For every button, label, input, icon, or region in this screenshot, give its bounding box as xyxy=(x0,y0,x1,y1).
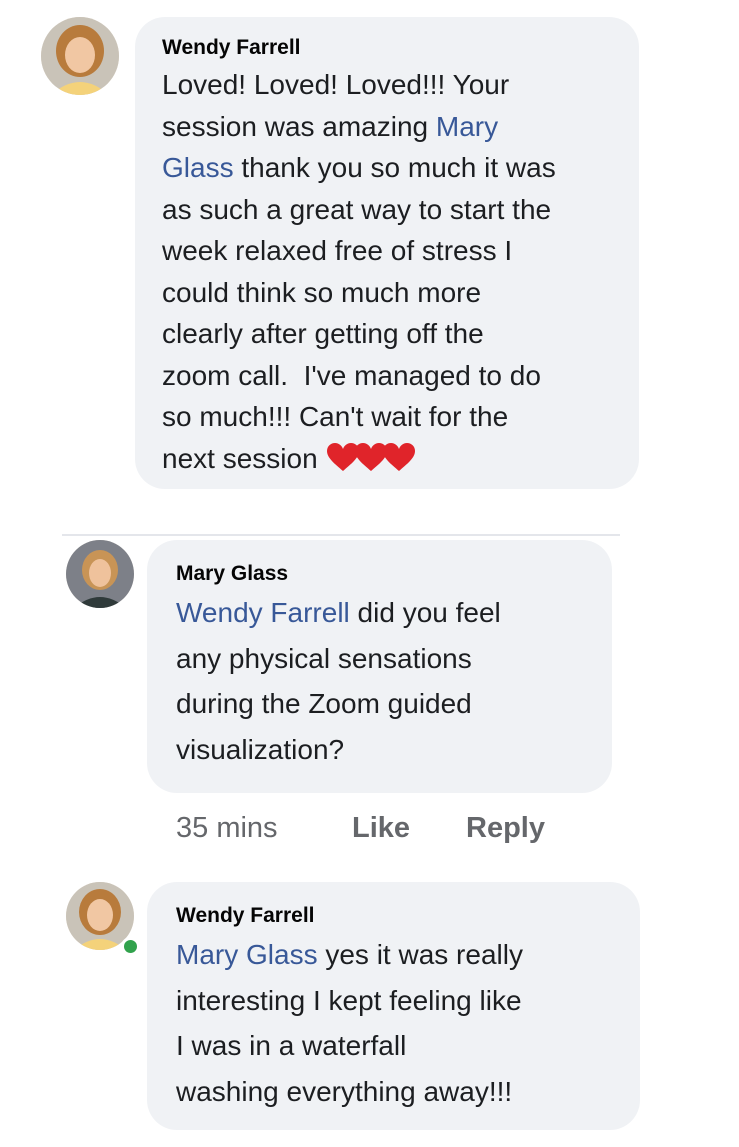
comment-text-line: as such a great way to start the xyxy=(162,189,619,231)
comment-text-line: next session xyxy=(162,438,619,484)
comment-text-line: could think so much more xyxy=(162,272,619,314)
comment-author[interactable]: Mary Glass xyxy=(176,562,592,586)
comment-text-segment: so much!!! Can't wait for the xyxy=(162,401,509,432)
comment-text-segment: visualization? xyxy=(176,733,345,765)
mention-link[interactable]: Mary Glass xyxy=(176,939,318,970)
comment-text-line: clearly after getting off the xyxy=(162,313,619,355)
comment-text-segment: next session xyxy=(162,442,326,474)
woman-office-avatar-icon xyxy=(66,540,134,608)
comment-text-line: Glass thank you so much it was xyxy=(162,147,619,189)
mention-link[interactable]: Glass xyxy=(162,152,234,183)
comment-text-line: washing everything away!!! xyxy=(176,1069,620,1115)
avatar-mary[interactable] xyxy=(66,540,134,608)
comment-text-line: week relaxed free of stress I xyxy=(162,230,619,272)
comment-text-line: Loved! Loved! Loved!!! Your xyxy=(162,64,619,106)
comment-text-line: I was in a waterfall xyxy=(176,1023,620,1069)
comment-text-line: Wendy Farrell did you feel xyxy=(176,590,592,636)
comment-timestamp[interactable]: 35 mins xyxy=(176,812,278,845)
comment-text-segment: week relaxed free of stress I xyxy=(162,235,513,266)
comment-text-segment: could think so much more xyxy=(162,276,482,308)
comment-text-line: during the Zoom guided xyxy=(176,681,592,727)
like-button[interactable]: Like xyxy=(352,812,410,845)
avatar-wendy[interactable] xyxy=(41,17,119,95)
comment-text-segment: Loved! Loved! Loved!!! Your xyxy=(162,69,510,100)
comment-bubble: Wendy Farrell Mary Glass yes it was real… xyxy=(147,882,640,1130)
heart-emoji-icon xyxy=(325,442,417,484)
comment-text-segment: thank you so much it was xyxy=(233,152,556,183)
comment-text: Loved! Loved! Loved!!! Your session was a… xyxy=(162,64,619,483)
comment-text-line: zoom call. I've managed to do xyxy=(162,355,619,397)
woman-blonde-avatar-icon xyxy=(41,17,119,95)
comment-text-segment: session was amazing xyxy=(162,110,436,142)
comment-bubble: Wendy Farrell Loved! Loved! Loved!!! You… xyxy=(135,17,639,489)
thread-divider xyxy=(62,534,620,536)
comment-text-segment: washing everything away!!! xyxy=(176,1075,513,1107)
comment-text-segment: during the Zoom guided xyxy=(176,688,472,719)
comment-bubble: Mary Glass Wendy Farrell did you feel any… xyxy=(147,540,612,793)
comment-text-line: session was amazing Mary xyxy=(162,106,619,148)
comment-text-line: visualization? xyxy=(176,727,592,773)
comment-text-segment: I was in a waterfall xyxy=(176,1030,407,1061)
reply-button[interactable]: Reply xyxy=(466,812,545,845)
comment-text-line: any physical sensations xyxy=(176,636,592,682)
comment-text-segment: any physical sensations xyxy=(176,642,472,674)
comment-text-segment: did you feel xyxy=(349,597,501,628)
mention-link[interactable]: Wendy Farrell xyxy=(176,597,350,628)
comment-text-line: interesting I kept feeling like xyxy=(176,978,620,1024)
comment-text-line: Mary Glass yes it was really xyxy=(176,932,620,978)
comment-author[interactable]: Wendy Farrell xyxy=(176,904,620,928)
comment-text-segment: zoom call. I've managed to do xyxy=(162,359,541,391)
comment-text: Mary Glass yes it was really interesting … xyxy=(176,932,620,1114)
comment-text-segment: yes it was really xyxy=(317,939,523,970)
online-status-indicator xyxy=(121,937,140,956)
comment-text-segment: interesting I kept feeling like xyxy=(176,984,522,1016)
comment-text-segment: clearly after getting off the xyxy=(162,318,484,349)
comment-text-line: so much!!! Can't wait for the xyxy=(162,396,619,438)
comment-text-segment: as such a great way to start the xyxy=(162,193,552,225)
comment-text: Wendy Farrell did you feel any physical s… xyxy=(176,590,592,772)
comment-author[interactable]: Wendy Farrell xyxy=(162,36,619,60)
mention-link[interactable]: Mary xyxy=(436,111,498,142)
